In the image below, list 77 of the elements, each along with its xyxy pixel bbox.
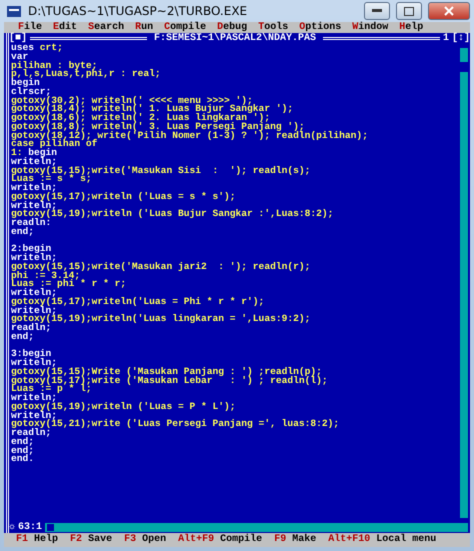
zoom-box[interactable]: [↕] (452, 33, 470, 44)
code-line: Luas := p * l; (11, 385, 92, 394)
code-line: writeln; (11, 184, 58, 193)
menu-item[interactable]: Window (352, 22, 388, 33)
close-icon (444, 6, 454, 16)
maximize-icon (404, 6, 414, 16)
code-line: readln: (11, 219, 52, 228)
code-line: gotoxy(15,15);Write ('Masukan Panjang : ') ;readln(p); (11, 368, 322, 376)
code-line: Luas := s * s; (11, 175, 92, 184)
status-command[interactable]: F9 Make (274, 534, 316, 546)
code-line: gotoxy(15,19);writeln('Luas lingkaran = ',Luas:9:2); (11, 315, 312, 324)
status-command[interactable]: Alt+F10 Local menu (328, 534, 436, 546)
status-command[interactable]: F3 Open (124, 534, 166, 546)
maximize-button[interactable] (396, 2, 422, 20)
code-line: writeln; (11, 254, 58, 263)
code-line: writeln; (11, 306, 58, 316)
code-line: gotoxy(15,15);write('Masukan Sisi : '); readln(s); (11, 166, 312, 176)
code-line: gotoxy(15,19);writeln ('Luas Bujur Sangkar :',Luas:8:2); (11, 210, 334, 219)
code-line: writeln; (11, 359, 58, 368)
code-line: 3:begin (11, 350, 52, 359)
menu-item[interactable]: Run (135, 22, 154, 33)
menu-item[interactable]: Tools (258, 22, 288, 33)
code-line: case pilihan of (11, 140, 98, 149)
code-line: 2:begin (11, 245, 52, 254)
code-line: p,l,s,Luas,t,phi,r : real; (11, 70, 162, 79)
status-command[interactable]: Alt+F9 Compile (178, 534, 262, 546)
horizontal-scrollbar[interactable] (45, 523, 468, 532)
code-line: gotoxy(15,17);writeln('Luas = Phi * r * r'); (11, 298, 266, 306)
status-command[interactable]: F1 Help (16, 534, 58, 546)
menu-item[interactable]: File (18, 22, 42, 33)
cursor-position: 63:1 (18, 522, 42, 533)
code-line: gotoxy(15,15);write('Masukan jari2 : '); readln(r); (11, 262, 312, 272)
file-path: F:SEMESI~1\PASCAL2\NDAY.PAS (152, 33, 318, 44)
code-line: writeln; (11, 412, 58, 420)
menu-item[interactable]: Options (299, 22, 342, 33)
close-button[interactable] (428, 2, 470, 20)
code-line: gotoxy(18,6); writeln(' 2. Luas lingkaran '); (11, 114, 270, 123)
code-line: uses crt; (11, 44, 64, 53)
window-number: 1 (442, 33, 449, 44)
minimize-button[interactable] (364, 2, 390, 20)
code-line: readln; (11, 324, 52, 333)
code-line: begin (11, 79, 40, 88)
code-line: gotoxy(15,17);write ('Masukan Lebar : ') ; readln(l); (11, 376, 329, 386)
window-title: D:\TUGAS~1\TUGASP~2\TURBO.EXE (28, 4, 248, 18)
code-line: Luas := phi * r * r; (11, 280, 128, 289)
code-line: end; (11, 446, 36, 456)
app-icon (6, 3, 22, 19)
menu-item[interactable]: Compile (164, 22, 206, 33)
menu-item[interactable]: Search (88, 22, 124, 33)
status-command[interactable]: F2 Save (70, 534, 112, 546)
code-line: gotoxy(30,2); writeln(' <<<< menu >>>> '); (11, 96, 253, 106)
code-line: gotoxy(15,21);write ('Luas Persegi Panjang =', luas:8:2); (11, 420, 340, 429)
code-line: writeln; (11, 158, 58, 166)
code-line: writeln; (11, 289, 58, 298)
code-line: end; (11, 332, 34, 342)
code-line: writeln; (11, 394, 58, 403)
code-line: end; (11, 438, 34, 446)
menu-item[interactable]: Help (399, 22, 424, 33)
code-line: var (11, 52, 28, 62)
code-line: pilihan : byte; (11, 62, 98, 70)
code-line: phi := 3.14; (11, 272, 80, 280)
code-line: clrscr; (11, 88, 52, 96)
code-line: end; (11, 228, 36, 236)
menu-item[interactable]: Edit (53, 22, 78, 33)
code-line: gotoxy(18,8); writeln(' 3. Luas Persegi Panjang '); (11, 122, 305, 132)
menu-item[interactable]: Debug (217, 22, 248, 33)
minimize-icon (372, 9, 382, 13)
code-line: 1: begin (11, 149, 58, 158)
vertical-scrollbar[interactable] (460, 48, 468, 518)
close-box[interactable]: [■] (9, 33, 28, 44)
code-line: gotoxy(15,17);writeln ('Luas = s * s'); (11, 192, 237, 202)
code-line: writeln; (11, 202, 58, 210)
code-line: readln; (11, 429, 52, 438)
code-line: gotoxy(15,19);writeln ('Luas = P * L'); (11, 402, 237, 412)
modified-mark: ☼ (9, 522, 16, 533)
code-line: gotoxy(18,4); writeln(' 1. Luas Bujur Sangkar '); (11, 105, 294, 114)
code-line: end. (11, 455, 36, 464)
